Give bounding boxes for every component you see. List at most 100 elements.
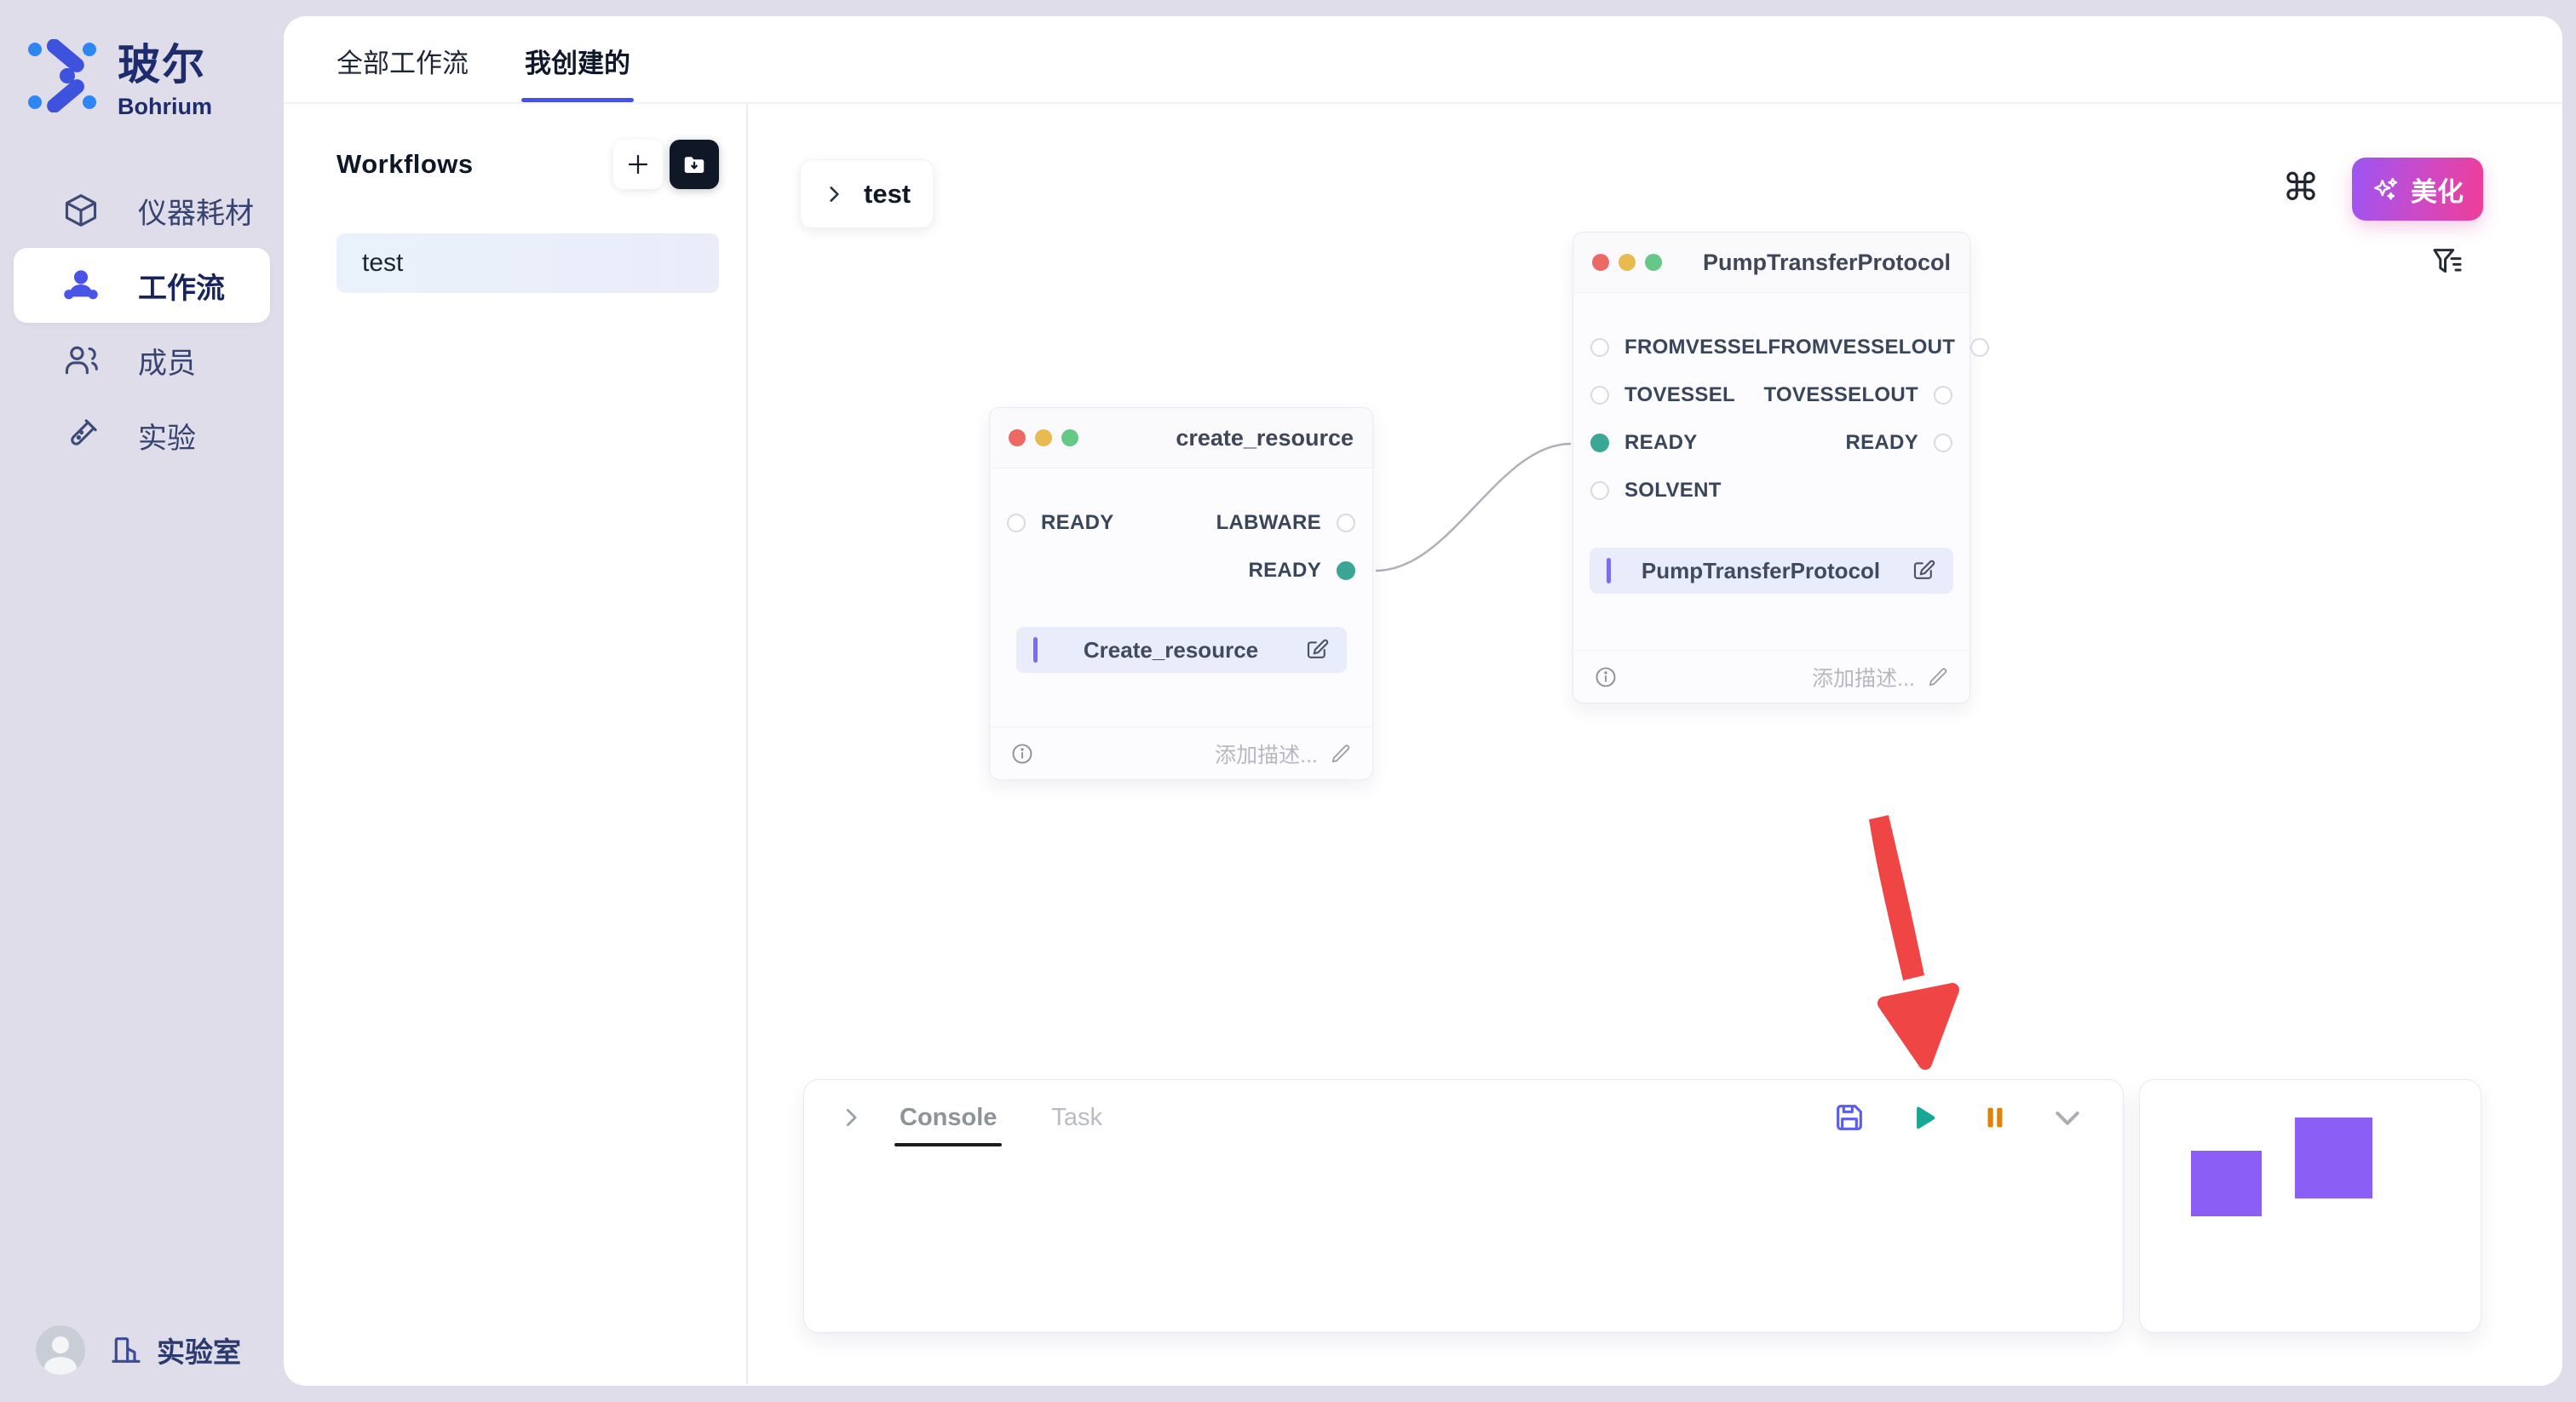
brand: 玻尔 Bohrium [0, 31, 284, 120]
red-arrow-annotation [1869, 815, 1952, 1063]
team-icon [61, 266, 101, 305]
main-content-card: 全部工作流 我创建的 Workflows [284, 16, 2562, 1386]
building-icon [109, 1333, 143, 1367]
input-port-label: READY [1041, 511, 1114, 535]
traffic-light-red[interactable] [1009, 429, 1026, 446]
traffic-light-yellow[interactable] [1035, 429, 1052, 446]
box-icon [61, 191, 101, 230]
description-placeholder[interactable]: 添加描述... [1215, 738, 1318, 769]
workspace-label: 实验室 [157, 1330, 241, 1370]
brand-logo-icon [26, 39, 99, 112]
input-port-dot[interactable] [1590, 338, 1609, 357]
play-icon [1907, 1101, 1940, 1134]
action-label: Create_resource [1038, 637, 1304, 664]
test-tube-icon [61, 416, 101, 455]
breadcrumb[interactable]: test [800, 159, 934, 228]
workflow-list-panel: Workflows tes [284, 104, 748, 1384]
input-port-dot[interactable] [1007, 514, 1026, 532]
chevron-right-icon [823, 183, 845, 205]
collapse-panel-button[interactable] [2050, 1100, 2084, 1135]
traffic-light-green[interactable] [1061, 429, 1078, 446]
node-footer: 添加描述... [1573, 650, 1969, 703]
sidebar-item-instruments[interactable]: 仪器耗材 [14, 173, 270, 248]
output-port-label: TOVESSELOUT [1763, 383, 1918, 407]
beautify-button[interactable]: 美化 [2352, 158, 2483, 221]
output-port-dot[interactable] [1934, 434, 1952, 452]
sidebar-nav: 仪器耗材 工作流 [0, 173, 284, 473]
pencil-icon[interactable] [1927, 666, 1949, 688]
traffic-light-green[interactable] [1645, 254, 1662, 271]
output-port-label: READY [1248, 559, 1321, 583]
workflow-list-item[interactable]: test [336, 233, 719, 293]
console-panel: Console Task [803, 1079, 2124, 1333]
input-port-label: FROMVESSEL [1624, 336, 1768, 359]
action-label: PumpTransferProtocol [1611, 558, 1911, 584]
beautify-label: 美化 [2411, 170, 2464, 209]
add-workflow-button[interactable] [613, 140, 663, 189]
sidebar: 玻尔 Bohrium 仪器耗材 [0, 0, 284, 1402]
plus-icon [625, 152, 651, 177]
minimap-node-pump-transfer [2295, 1118, 2372, 1198]
run-button[interactable] [1907, 1101, 1940, 1134]
output-port-dot[interactable] [1970, 338, 1989, 357]
output-port-label: LABWARE [1216, 511, 1321, 535]
sparkles-icon [2372, 175, 2401, 204]
sidebar-item-workflow[interactable]: 工作流 [14, 248, 270, 323]
pause-button[interactable] [1981, 1103, 2010, 1132]
input-port-label: READY [1624, 431, 1698, 455]
workspace-switcher[interactable]: 实验室 [109, 1330, 241, 1370]
traffic-light-red[interactable] [1592, 254, 1609, 271]
input-port-dot[interactable] [1590, 386, 1609, 405]
folder-download-icon [681, 152, 707, 177]
pause-icon [1981, 1103, 2010, 1132]
brand-subname: Bohrium [118, 94, 212, 120]
tab-my-created[interactable]: 我创建的 [525, 42, 630, 102]
workflow-list-title: Workflows [336, 149, 474, 180]
edge-ready-connection [1376, 444, 1571, 571]
tab-task[interactable]: Task [1051, 1104, 1102, 1132]
sidebar-item-members[interactable]: 成员 [14, 323, 270, 398]
members-icon [61, 341, 101, 380]
sidebar-item-experiments[interactable]: 实验 [14, 398, 270, 473]
description-placeholder[interactable]: 添加描述... [1812, 662, 1915, 692]
workflow-tabs: 全部工作流 我创建的 [284, 16, 2562, 104]
node-title: create_resource [1176, 425, 1354, 451]
tab-all-workflows[interactable]: 全部工作流 [336, 42, 469, 102]
tab-console[interactable]: Console [900, 1104, 997, 1132]
node-pump-transfer-protocol[interactable]: PumpTransferProtocol FROMVESSEL FROMVESS… [1573, 232, 1970, 704]
brand-name: 玻尔 [118, 31, 212, 92]
node-title: PumpTransferProtocol [1703, 250, 1951, 276]
output-port-dot-connected[interactable] [1337, 561, 1355, 580]
node-header: PumpTransferProtocol [1573, 233, 1969, 293]
user-avatar[interactable] [36, 1325, 85, 1375]
info-icon[interactable] [1594, 665, 1618, 689]
edit-icon[interactable] [1304, 637, 1330, 663]
save-icon [1832, 1100, 1866, 1135]
workflow-canvas[interactable]: test create_resource READY LABWARE [748, 104, 2562, 1384]
node-action-create-resource[interactable]: Create_resource [1016, 627, 1347, 673]
node-create-resource[interactable]: create_resource READY LABWARE READY C [989, 407, 1373, 780]
input-port-label: TOVESSEL [1624, 383, 1735, 407]
edit-icon[interactable] [1911, 558, 1936, 583]
node-header: create_resource [990, 408, 1372, 468]
import-workflow-button[interactable] [670, 140, 719, 189]
save-button[interactable] [1832, 1100, 1866, 1135]
info-icon[interactable] [1010, 742, 1034, 766]
traffic-light-yellow[interactable] [1619, 254, 1636, 271]
minimap[interactable] [2139, 1079, 2481, 1333]
minimap-node-create-resource [2191, 1151, 2262, 1216]
filter-icon[interactable] [2430, 244, 2464, 279]
input-port-dot[interactable] [1590, 481, 1609, 500]
output-port-label: READY [1845, 431, 1918, 455]
pencil-icon[interactable] [1330, 743, 1352, 765]
node-footer: 添加描述... [990, 727, 1372, 779]
output-port-dot[interactable] [1934, 386, 1952, 405]
output-port-dot[interactable] [1337, 514, 1355, 532]
command-icon[interactable]: ⌘ [2282, 170, 2320, 207]
sidebar-footer: 实验室 [0, 1325, 284, 1375]
console-collapse-chevron-icon[interactable] [838, 1105, 864, 1130]
node-action-pump-transfer[interactable]: PumpTransferProtocol [1590, 548, 1953, 594]
chevron-down-icon [2050, 1100, 2084, 1135]
input-port-dot-connected[interactable] [1590, 434, 1609, 452]
input-port-label: SOLVENT [1624, 479, 1722, 503]
